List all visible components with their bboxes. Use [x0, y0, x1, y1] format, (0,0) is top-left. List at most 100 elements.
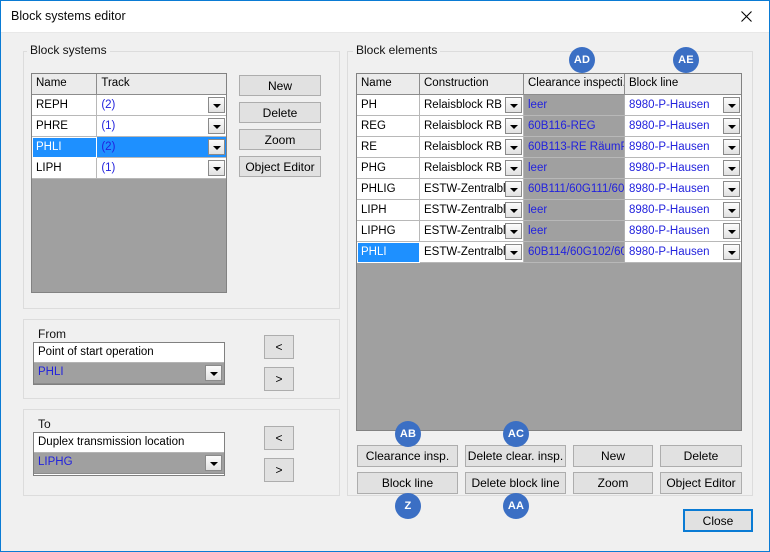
block-line-dropdown-button[interactable]: [723, 244, 740, 260]
table-row[interactable]: RE Relaisblock RB II 60B113-RE RäumPrf 8…: [357, 137, 741, 158]
block-systems-grid[interactable]: Name Track REPH (2) PHRE (1) PHLI (2) LI…: [31, 73, 227, 293]
block-line-dropdown-button[interactable]: [723, 97, 740, 113]
table-row[interactable]: REG Relaisblock RB II 60B116-REG 8980-P-…: [357, 116, 741, 137]
construction-dropdown-button[interactable]: [505, 160, 522, 176]
cell-name[interactable]: LIPH: [357, 200, 420, 221]
from-group-label: From: [35, 327, 69, 341]
cell-block-line[interactable]: 8980-P-Hausen: [625, 179, 741, 200]
cell-block-line[interactable]: 8980-P-Hausen: [625, 116, 741, 137]
block-line-dropdown-button[interactable]: [723, 202, 740, 218]
cell-construction[interactable]: ESTW-Zentralblo: [420, 200, 524, 221]
cell-clearance-inspection[interactable]: 60B111/60G111/60G: [524, 179, 625, 200]
delete-block-line-button[interactable]: Delete block line: [465, 472, 566, 494]
new-block-system-button[interactable]: New: [239, 75, 321, 96]
from-field-value-row[interactable]: PHLI: [34, 363, 224, 384]
from-field[interactable]: Point of start operation PHLI: [33, 342, 225, 385]
cell-block-line-text: 8980-P-Hausen: [629, 183, 710, 195]
object-editor-block-system-button[interactable]: Object Editor: [239, 156, 321, 177]
cell-name[interactable]: LIPH: [32, 158, 98, 179]
cell-track[interactable]: (1): [97, 158, 226, 179]
track-dropdown-button[interactable]: [208, 160, 225, 176]
delete-block-system-button[interactable]: Delete: [239, 102, 321, 123]
cell-clearance-inspection[interactable]: 60B113-RE RäumPrf: [524, 137, 625, 158]
block-line-button[interactable]: Block line: [357, 472, 458, 494]
cell-track[interactable]: (1): [97, 116, 226, 137]
cell-name[interactable]: RE: [357, 137, 420, 158]
block-line-dropdown-button[interactable]: [723, 139, 740, 155]
cell-clearance-inspection[interactable]: 60B116-REG: [524, 116, 625, 137]
construction-dropdown-button[interactable]: [505, 244, 522, 260]
cell-construction[interactable]: Relaisblock RB II: [420, 95, 524, 116]
cell-name[interactable]: REG: [357, 116, 420, 137]
cell-name[interactable]: PHLI: [32, 137, 98, 158]
table-row[interactable]: PHLIG ESTW-Zentralblo 60B111/60G111/60G …: [357, 179, 741, 200]
construction-dropdown-button[interactable]: [505, 202, 522, 218]
construction-dropdown-button[interactable]: [505, 97, 522, 113]
cell-block-line[interactable]: 8980-P-Hausen: [625, 242, 741, 263]
cell-construction[interactable]: Relaisblock RB II: [420, 158, 524, 179]
cell-name[interactable]: LIPHG: [357, 221, 420, 242]
cell-clearance-inspection[interactable]: leer: [524, 200, 625, 221]
close-window-button[interactable]: [723, 1, 769, 31]
cell-clearance-inspection[interactable]: leer: [524, 158, 625, 179]
cell-block-line[interactable]: 8980-P-Hausen: [625, 137, 741, 158]
track-dropdown-button[interactable]: [208, 139, 225, 155]
clearance-insp-button[interactable]: Clearance insp.: [357, 445, 458, 467]
cell-construction[interactable]: Relaisblock RB II: [420, 137, 524, 158]
zoom-block-element-button[interactable]: Zoom: [573, 472, 653, 494]
to-prev-button[interactable]: <: [264, 426, 294, 450]
close-button[interactable]: Close: [683, 509, 753, 532]
cell-track[interactable]: (2): [97, 95, 226, 116]
construction-dropdown-button[interactable]: [505, 139, 522, 155]
cell-clearance-inspection[interactable]: leer: [524, 221, 625, 242]
delete-clear-insp-button[interactable]: Delete clear. insp.: [465, 445, 566, 467]
cell-name[interactable]: PH: [357, 95, 420, 116]
cell-construction[interactable]: ESTW-Zentralblo: [420, 221, 524, 242]
table-row[interactable]: LIPH ESTW-Zentralblo leer 8980-P-Hausen: [357, 200, 741, 221]
zoom-block-system-button[interactable]: Zoom: [239, 129, 321, 150]
new-block-element-button[interactable]: New: [573, 445, 653, 467]
block-elements-grid[interactable]: Name Construction Clearance inspecti... …: [356, 73, 742, 431]
to-field-value-row[interactable]: LIPHG: [34, 453, 224, 474]
to-field[interactable]: Duplex transmission location LIPHG: [33, 432, 225, 476]
cell-name[interactable]: PHLI: [357, 242, 420, 263]
cell-block-line[interactable]: 8980-P-Hausen: [625, 158, 741, 179]
construction-dropdown-button[interactable]: [505, 181, 522, 197]
cell-block-line[interactable]: 8980-P-Hausen: [625, 200, 741, 221]
track-dropdown-button[interactable]: [208, 97, 225, 113]
block-line-dropdown-button[interactable]: [723, 118, 740, 134]
cell-clearance-inspection[interactable]: leer: [524, 95, 625, 116]
block-line-dropdown-button[interactable]: [723, 223, 740, 239]
cell-name[interactable]: PHRE: [32, 116, 98, 137]
table-row[interactable]: REPH (2): [32, 95, 226, 116]
table-row[interactable]: PHLI (2): [32, 137, 226, 158]
cell-name[interactable]: PHLIG: [357, 179, 420, 200]
cell-block-line[interactable]: 8980-P-Hausen: [625, 221, 741, 242]
construction-dropdown-button[interactable]: [505, 118, 522, 134]
table-row[interactable]: PHG Relaisblock RB II leer 8980-P-Hausen: [357, 158, 741, 179]
from-dropdown-button[interactable]: [205, 365, 222, 381]
cell-construction[interactable]: ESTW-Zentralblo: [420, 242, 524, 263]
cell-name[interactable]: PHG: [357, 158, 420, 179]
cell-block-line[interactable]: 8980-P-Hausen: [625, 95, 741, 116]
cell-name[interactable]: REPH: [32, 95, 98, 116]
cell-track[interactable]: (2): [97, 137, 226, 158]
cell-clearance-inspection[interactable]: 60B114/60G102/60W: [524, 242, 625, 263]
table-row[interactable]: PHRE (1): [32, 116, 226, 137]
from-next-button[interactable]: >: [264, 367, 294, 391]
track-dropdown-button[interactable]: [208, 118, 225, 134]
table-row[interactable]: PHLI ESTW-Zentralblo 60B114/60G102/60W 8…: [357, 242, 741, 263]
block-line-dropdown-button[interactable]: [723, 181, 740, 197]
table-row[interactable]: PH Relaisblock RB II leer 8980-P-Hausen: [357, 95, 741, 116]
to-dropdown-button[interactable]: [205, 455, 222, 471]
table-row[interactable]: LIPHG ESTW-Zentralblo leer 8980-P-Hausen: [357, 221, 741, 242]
to-next-button[interactable]: >: [264, 458, 294, 482]
delete-block-element-button[interactable]: Delete: [660, 445, 742, 467]
cell-construction[interactable]: Relaisblock RB II: [420, 116, 524, 137]
object-editor-block-element-button[interactable]: Object Editor: [660, 472, 742, 494]
cell-construction[interactable]: ESTW-Zentralblo: [420, 179, 524, 200]
block-line-dropdown-button[interactable]: [723, 160, 740, 176]
table-row[interactable]: LIPH (1): [32, 158, 226, 179]
from-prev-button[interactable]: <: [264, 335, 294, 359]
construction-dropdown-button[interactable]: [505, 223, 522, 239]
